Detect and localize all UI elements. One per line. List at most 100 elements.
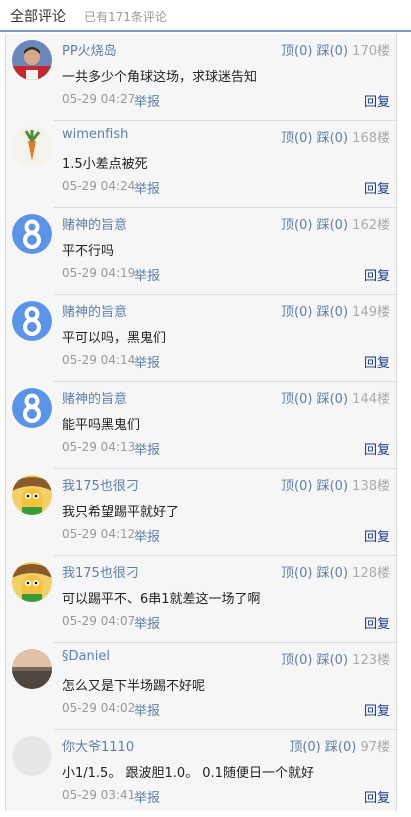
vote-bar: 顶(0) 踩(0) 138楼: [281, 475, 390, 494]
vote-bar: 顶(0) 踩(0) 144楼: [281, 388, 390, 407]
floor-number: 97楼: [360, 740, 390, 755]
comments-header: 全部评论 已有171条评论: [0, 0, 411, 32]
comment-item: 赌神的旨意 顶(0) 踩(0) 162楼 平不行吗 05-29 04:19 举报…: [6, 208, 396, 295]
comment-username[interactable]: wimenfish: [62, 127, 128, 142]
floor-number: 128楼: [352, 566, 390, 581]
comment-username[interactable]: PP火烧岛: [62, 40, 117, 59]
comment-username[interactable]: 赌神的旨意: [62, 214, 127, 233]
comment-text: 小1/1.5。 跟波胆1.0。 0.1随便日一个就好: [62, 766, 314, 781]
comment-text: 平可以吗，黑鬼们: [62, 331, 167, 346]
comment-item: 赌神的旨意 顶(0) 踩(0) 144楼 能平吗黑鬼们 05-29 04:13 …: [6, 382, 396, 469]
report-link[interactable]: 举报: [134, 178, 160, 197]
sunset-avatar-icon[interactable]: [12, 649, 52, 689]
downvote-link[interactable]: 踩(0): [317, 392, 348, 407]
reply-link[interactable]: 回复: [364, 526, 390, 545]
comment-time: 05-29 04:27: [62, 92, 136, 106]
carrot-avatar-icon[interactable]: [12, 127, 52, 167]
comment-time: 05-29 04:19: [62, 266, 136, 280]
floor-number: 170楼: [352, 44, 390, 59]
report-link[interactable]: 举报: [134, 787, 160, 806]
number-8-avatar-icon[interactable]: [12, 301, 52, 341]
default-avatar-icon[interactable]: [12, 736, 52, 776]
vote-bar: 顶(0) 踩(0) 168楼: [281, 127, 390, 146]
report-link[interactable]: 举报: [134, 91, 160, 110]
downvote-link[interactable]: 踩(0): [317, 218, 348, 233]
comment-list: PP火烧岛 顶(0) 踩(0) 170楼 一共多少个角球这场，求球迷告知 05-…: [5, 34, 397, 811]
report-link[interactable]: 举报: [134, 439, 160, 458]
report-link[interactable]: 举报: [134, 526, 160, 545]
player-photo-avatar-icon[interactable]: [12, 40, 52, 80]
comment-item: 你大爷1110 顶(0) 踩(0) 97楼 小1/1.5。 跟波胆1.0。 0.…: [6, 730, 396, 817]
comment-time: 05-29 04:07: [62, 614, 136, 628]
comment-item: 我175也很刁 顶(0) 踩(0) 128楼 可以踢平不、6串1就差这一场了啊 …: [6, 556, 396, 643]
floor-number: 138楼: [352, 479, 390, 494]
comment-time: 05-29 04:02: [62, 701, 136, 715]
reply-link[interactable]: 回复: [364, 700, 390, 719]
cartoon-avatar-icon[interactable]: [12, 475, 52, 515]
reply-link[interactable]: 回复: [364, 787, 390, 806]
upvote-link[interactable]: 顶(0): [281, 653, 312, 668]
comment-item: wimenfish 顶(0) 踩(0) 168楼 1.5小差点被死 05-29 …: [6, 121, 396, 208]
upvote-link[interactable]: 顶(0): [281, 131, 312, 146]
vote-bar: 顶(0) 踩(0) 123楼: [281, 649, 390, 668]
comment-time: 05-29 04:14: [62, 353, 136, 367]
floor-number: 162楼: [352, 218, 390, 233]
downvote-link[interactable]: 踩(0): [317, 566, 348, 581]
downvote-link[interactable]: 踩(0): [317, 479, 348, 494]
comment-text: 怎么又是下半场踢不好呢: [62, 679, 206, 694]
reply-link[interactable]: 回复: [364, 265, 390, 284]
vote-bar: 顶(0) 踩(0) 162楼: [281, 214, 390, 233]
report-link[interactable]: 举报: [134, 352, 160, 371]
cartoon-avatar-icon[interactable]: [12, 562, 52, 602]
comment-text: 可以踢平不、6串1就差这一场了啊: [62, 592, 261, 607]
floor-number: 168楼: [352, 131, 390, 146]
comment-item: PP火烧岛 顶(0) 踩(0) 170楼 一共多少个角球这场，求球迷告知 05-…: [6, 34, 396, 121]
reply-link[interactable]: 回复: [364, 91, 390, 110]
comment-username[interactable]: 你大爷1110: [62, 736, 134, 755]
comment-item: 赌神的旨意 顶(0) 踩(0) 149楼 平可以吗，黑鬼们 05-29 04:1…: [6, 295, 396, 382]
comment-username[interactable]: §Daniel: [62, 649, 110, 664]
comment-username[interactable]: 我175也很刁: [62, 562, 139, 581]
upvote-link[interactable]: 顶(0): [281, 44, 312, 59]
vote-bar: 顶(0) 踩(0) 128楼: [281, 562, 390, 581]
all-comments-tab[interactable]: 全部评论: [10, 6, 66, 26]
upvote-link[interactable]: 顶(0): [281, 218, 312, 233]
report-link[interactable]: 举报: [134, 700, 160, 719]
upvote-link[interactable]: 顶(0): [281, 479, 312, 494]
comment-item: 我175也很刁 顶(0) 踩(0) 138楼 我只希望踢平就好了 05-29 0…: [6, 469, 396, 556]
floor-number: 123楼: [352, 653, 390, 668]
number-8-avatar-icon[interactable]: [12, 214, 52, 254]
vote-bar: 顶(0) 踩(0) 97楼: [289, 736, 390, 755]
comment-username[interactable]: 赌神的旨意: [62, 388, 127, 407]
comment-time: 05-29 04:12: [62, 527, 136, 541]
comment-count: 已有171条评论: [84, 10, 167, 24]
report-link[interactable]: 举报: [134, 613, 160, 632]
floor-number: 144楼: [352, 392, 390, 407]
upvote-link[interactable]: 顶(0): [289, 740, 320, 755]
downvote-link[interactable]: 踩(0): [317, 131, 348, 146]
comment-time: 05-29 04:24: [62, 179, 136, 193]
upvote-link[interactable]: 顶(0): [281, 305, 312, 320]
report-link[interactable]: 举报: [134, 265, 160, 284]
comment-username[interactable]: 我175也很刁: [62, 475, 139, 494]
upvote-link[interactable]: 顶(0): [281, 566, 312, 581]
downvote-link[interactable]: 踩(0): [317, 653, 348, 668]
downvote-link[interactable]: 踩(0): [325, 740, 356, 755]
reply-link[interactable]: 回复: [364, 178, 390, 197]
reply-link[interactable]: 回复: [364, 352, 390, 371]
comment-text: 一共多少个角球这场，求球迷告知: [62, 70, 258, 85]
downvote-link[interactable]: 踩(0): [317, 44, 348, 59]
comment-username[interactable]: 赌神的旨意: [62, 301, 127, 320]
upvote-link[interactable]: 顶(0): [281, 392, 312, 407]
comment-time: 05-29 03:41: [62, 788, 136, 802]
reply-link[interactable]: 回复: [364, 439, 390, 458]
downvote-link[interactable]: 踩(0): [317, 305, 348, 320]
comment-time: 05-29 04:13: [62, 440, 136, 454]
comment-item: §Daniel 顶(0) 踩(0) 123楼 怎么又是下半场踢不好呢 05-29…: [6, 643, 396, 730]
floor-number: 149楼: [352, 305, 390, 320]
comment-text: 我只希望踢平就好了: [62, 505, 180, 520]
reply-link[interactable]: 回复: [364, 613, 390, 632]
vote-bar: 顶(0) 踩(0) 170楼: [281, 40, 390, 59]
comment-text: 平不行吗: [62, 244, 115, 259]
number-8-avatar-icon[interactable]: [12, 388, 52, 428]
